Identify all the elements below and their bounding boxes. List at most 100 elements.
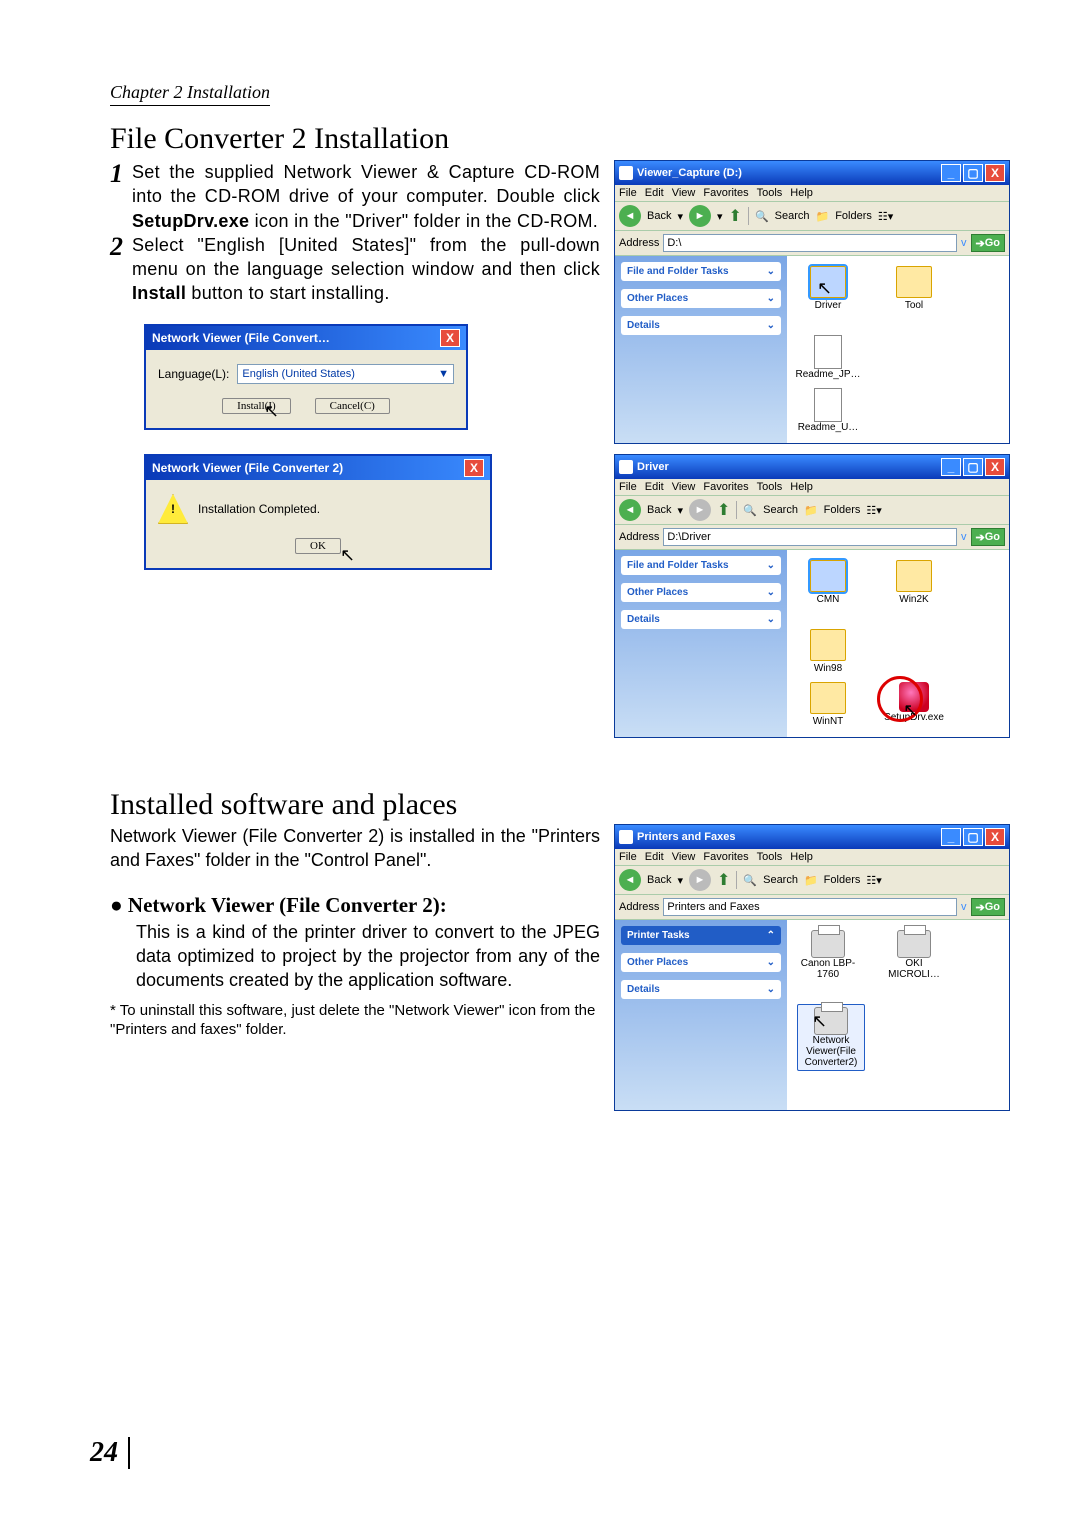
menu-favorites[interactable]: Favorites [703,187,748,199]
back-icon[interactable]: ◄ [619,499,641,521]
search-label[interactable]: Search [775,210,810,222]
printer-canon[interactable]: Canon LBP-1760 [797,930,859,980]
menu-tools[interactable]: Tools [757,481,783,493]
folder-tool[interactable]: Tool [883,266,945,311]
close-icon[interactable]: X [985,458,1005,476]
up-icon[interactable]: ⬆ [717,870,730,890]
collapse-icon[interactable]: ⌄ [767,614,775,625]
collapse-icon[interactable]: ⌄ [767,957,775,968]
folder-driver[interactable]: Driver [797,266,859,311]
menu-help[interactable]: Help [790,851,813,863]
up-icon[interactable]: ⬆ [729,206,742,226]
menu-favorites[interactable]: Favorites [703,851,748,863]
views-icon[interactable]: ☷▾ [866,874,881,887]
section2-desc: Network Viewer (File Converter 2) is ins… [110,824,600,873]
menu-edit[interactable]: Edit [645,481,664,493]
collapse-icon[interactable]: ⌄ [767,560,775,571]
folders-label[interactable]: Folders [824,874,861,886]
ok-button[interactable]: OK [295,538,341,554]
search-label[interactable]: Search [763,874,798,886]
collapse-icon[interactable]: ⌄ [767,587,775,598]
folder-winnt[interactable]: WinNT [797,682,859,727]
menu-tools[interactable]: Tools [757,851,783,863]
folder-cmn[interactable]: CMN [797,560,859,605]
menu-edit[interactable]: Edit [645,187,664,199]
chevron-down-icon[interactable]: ▼ [438,368,449,380]
printer-oki[interactable]: OKI MICROLI… [883,930,945,980]
menu-file[interactable]: File [619,187,637,199]
sidebar-details[interactable]: Details [627,984,660,995]
address-input[interactable] [663,898,957,916]
back-label[interactable]: Back [647,210,671,222]
folder-win2k[interactable]: Win2K [883,560,945,605]
address-dropdown-icon[interactable]: v [961,531,967,543]
minimize-icon[interactable]: _ [941,828,961,846]
address-input[interactable] [663,234,957,252]
forward-icon[interactable]: ► [689,205,711,227]
cancel-button[interactable]: Cancel(C) [315,398,390,414]
folders-icon[interactable]: 📁 [804,504,818,517]
back-icon[interactable]: ◄ [619,205,641,227]
sidebar-file-tasks[interactable]: File and Folder Tasks [627,560,729,571]
menu-view[interactable]: View [672,851,696,863]
address-input[interactable] [663,528,957,546]
menu-edit[interactable]: Edit [645,851,664,863]
address-dropdown-icon[interactable]: v [961,237,967,249]
search-icon[interactable]: 🔍 [755,210,769,223]
folders-icon[interactable]: 📁 [804,874,818,887]
collapse-icon[interactable]: ⌄ [767,293,775,304]
sidebar-details[interactable]: Details [627,320,660,331]
maximize-icon[interactable]: ▢ [963,828,983,846]
menu-favorites[interactable]: Favorites [703,481,748,493]
install-button[interactable]: Install(I) [222,398,290,414]
printer-network-viewer[interactable]: Network Viewer(File Converter2) ↖ [797,1004,865,1071]
dialog-message: Installation Completed. [198,502,320,516]
maximize-icon[interactable]: ▢ [963,458,983,476]
go-button[interactable]: ➔ Go [971,528,1006,546]
close-icon[interactable]: X [985,828,1005,846]
minimize-icon[interactable]: _ [941,164,961,182]
folder-win98[interactable]: Win98 [797,629,859,674]
menu-view[interactable]: View [672,481,696,493]
folders-label[interactable]: Folders [824,504,861,516]
address-dropdown-icon[interactable]: v [961,901,967,913]
up-icon[interactable]: ⬆ [717,500,730,520]
views-icon[interactable]: ☷▾ [878,210,893,223]
collapse-icon[interactable]: ⌄ [767,984,775,995]
back-label[interactable]: Back [647,874,671,886]
menu-file[interactable]: File [619,481,637,493]
minimize-icon[interactable]: _ [941,458,961,476]
go-button[interactable]: ➔ Go [971,898,1006,916]
sidebar-printer-tasks[interactable]: Printer Tasks [627,930,690,941]
collapse-icon[interactable]: ⌄ [767,320,775,331]
go-button[interactable]: ➔ Go [971,234,1006,252]
search-icon[interactable]: 🔍 [743,874,757,887]
sidebar-details[interactable]: Details [627,614,660,625]
file-readme-jp[interactable]: Readme_JP… [797,335,859,380]
collapse-icon[interactable]: ⌄ [767,266,775,277]
close-icon[interactable]: X [985,164,1005,182]
back-icon[interactable]: ◄ [619,869,641,891]
search-label[interactable]: Search [763,504,798,516]
sidebar-other-places[interactable]: Other Places [627,957,688,968]
close-icon[interactable]: X [464,459,484,477]
close-icon[interactable]: X [440,329,460,347]
menu-file[interactable]: File [619,851,637,863]
menu-tools[interactable]: Tools [757,187,783,199]
file-setupdrv-exe[interactable]: SetupDrv.exe ↖ [883,682,945,727]
sidebar-other-places[interactable]: Other Places [627,293,688,304]
maximize-icon[interactable]: ▢ [963,164,983,182]
menu-view[interactable]: View [672,187,696,199]
file-readme-u[interactable]: Readme_U… [797,388,859,433]
folders-label[interactable]: Folders [835,210,872,222]
back-label[interactable]: Back [647,504,671,516]
sidebar-file-tasks[interactable]: File and Folder Tasks [627,266,729,277]
folders-icon[interactable]: 📁 [816,210,830,223]
language-select[interactable]: English (United States) ▼ [237,364,454,384]
search-icon[interactable]: 🔍 [743,504,757,517]
sidebar-other-places[interactable]: Other Places [627,587,688,598]
menu-help[interactable]: Help [790,187,813,199]
views-icon[interactable]: ☷▾ [866,504,881,517]
menu-help[interactable]: Help [790,481,813,493]
collapse-icon[interactable]: ⌃ [767,930,775,941]
